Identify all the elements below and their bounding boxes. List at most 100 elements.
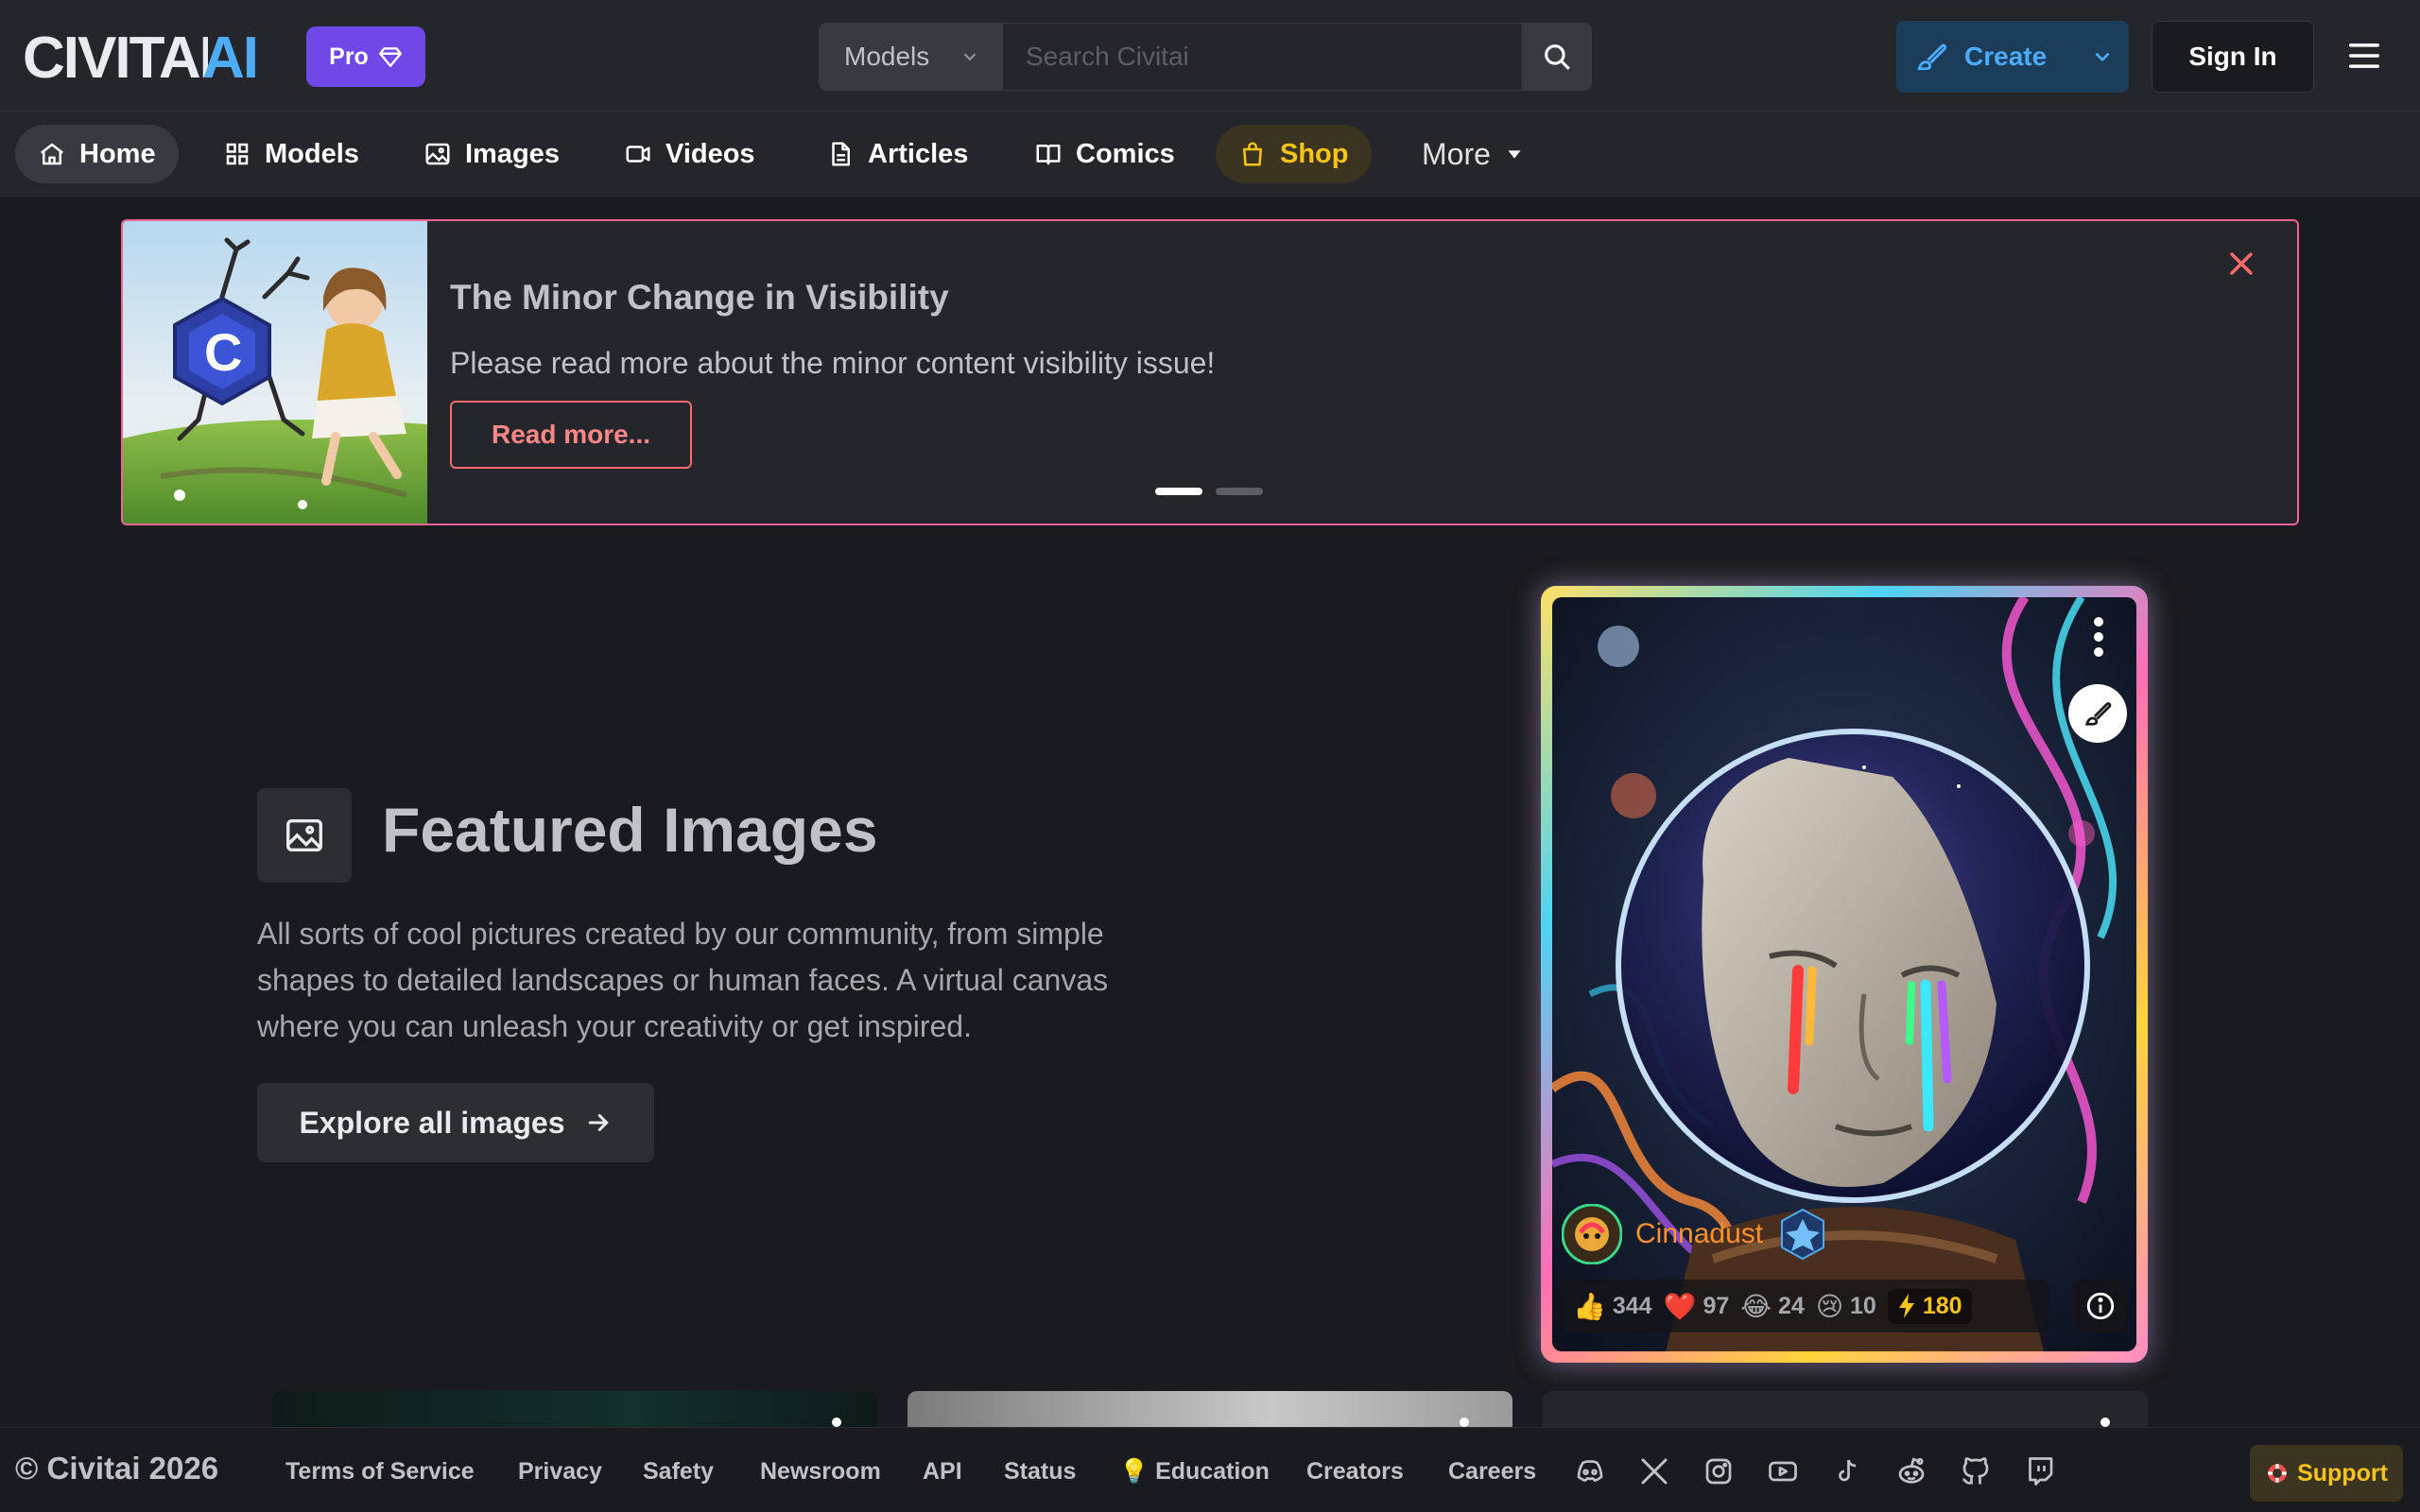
reaction-count: 24 [1778,1292,1805,1319]
nav-item-label: Shop [1280,138,1349,169]
search-type-select[interactable]: Models [820,24,1003,90]
nav-item-images[interactable]: Images [401,125,582,183]
svg-text:C: C [204,322,242,382]
featured-images-icon-box [257,788,352,883]
pro-badge[interactable]: Pro [306,26,425,87]
cry-icon: 😢 [1815,1291,1844,1321]
twitch-icon[interactable] [2023,1454,2057,1488]
card-username[interactable]: Cinnadust [1635,1218,1763,1250]
reaction-count: 344 [1612,1292,1652,1319]
explore-label: Explore all images [299,1105,565,1140]
video-icon [624,140,652,168]
image-icon [283,814,326,857]
nav-item-comics[interactable]: Comics [1011,125,1198,183]
announcement-banner: C The Minor Change in Visibility Please … [121,219,2299,525]
creator-badge-icon [1776,1208,1829,1261]
announcement-illustration: C [123,221,427,524]
search-icon [1541,41,1573,73]
footer-link-newsroom[interactable]: Newsroom [760,1458,881,1486]
pro-label: Pro [329,43,369,70]
github-icon[interactable] [1959,1454,1993,1488]
explore-all-images-button[interactable]: Explore all images [257,1083,654,1162]
nav-item-label: Home [79,138,156,169]
remix-brush-button[interactable] [2068,684,2127,743]
footer-link-privacy[interactable]: Privacy [518,1458,602,1486]
info-icon[interactable] [2074,1280,2127,1332]
image-card-preview[interactable] [272,1391,877,1429]
diamond-icon [378,44,403,69]
announcement-text: Please read more about the minor content… [450,346,1216,380]
grid-icon [223,140,251,168]
buzz-tip[interactable]: 180 [1887,1288,1972,1324]
nav-item-label: Models [265,138,359,169]
nav-item-shop[interactable]: Shop [1216,125,1372,183]
read-more-button[interactable]: Read more... [450,401,692,469]
carousel-dot-1[interactable] [1155,488,1202,495]
chevron-down-icon[interactable] [2090,44,2115,69]
close-icon[interactable] [2225,248,2257,280]
reaction-heart[interactable]: ❤️ 97 [1664,1291,1730,1322]
site-footer: © Civitai 2026 Terms of Service Privacy … [0,1427,2420,1512]
shopping-bag-icon [1238,140,1267,168]
announcement-title: The Minor Change in Visibility [450,278,949,317]
footer-link-safety[interactable]: Safety [643,1458,714,1486]
reaction-like[interactable]: 👍 344 [1573,1291,1652,1322]
footer-link-terms[interactable]: Terms of Service [285,1458,475,1486]
featured-image-card[interactable]: Cinnadust 👍 344 ❤️ 97 😂 24 😢 10 180 [1541,586,2148,1363]
support-label: Support [2297,1459,2388,1486]
search-input[interactable] [1003,24,1521,90]
card-author[interactable]: Cinnadust [1562,1204,1829,1264]
avatar[interactable] [1562,1204,1622,1264]
nav-item-videos[interactable]: Videos [601,125,778,183]
brush-icon [2083,699,2112,728]
footer-link-api[interactable]: API [923,1458,962,1486]
more-options-icon[interactable] [2093,616,2104,658]
lifebuoy-icon [2265,1461,2290,1486]
svg-text:CIVITAI: CIVITAI [23,30,214,83]
carousel-dot-2[interactable] [1216,488,1263,495]
book-icon [1034,140,1063,168]
arrow-right-icon [584,1108,613,1137]
top-header: CIVITAI AI Pro Models / C [0,0,2420,112]
x-icon[interactable] [1637,1454,1671,1488]
nav-item-label: Videos [666,138,755,169]
hamburger-menu-icon[interactable] [2346,38,2382,74]
create-label: Create [1964,42,2048,71]
search-button[interactable] [1521,24,1591,90]
more-options-icon[interactable] [1460,1418,1469,1427]
buzz-count: 180 [1922,1292,1962,1319]
nav-more-label: More [1422,136,1491,171]
footer-link-status[interactable]: Status [1004,1458,1076,1486]
footer-link-creators[interactable]: Creators [1306,1458,1404,1486]
footer-link-careers[interactable]: Careers [1448,1458,1536,1486]
instagram-icon[interactable] [1702,1454,1736,1488]
nav-more-dropdown[interactable]: More [1399,125,1547,183]
more-options-icon[interactable] [832,1418,841,1427]
civitai-logo[interactable]: CIVITAI AI [23,30,287,83]
reaction-laugh[interactable]: 😂 24 [1740,1291,1805,1322]
discord-icon[interactable] [1573,1454,1607,1488]
nav-item-label: Images [465,138,560,169]
document-icon [826,140,855,168]
create-button[interactable]: Create [1896,21,2129,93]
reaction-cry[interactable]: 😢 10 [1816,1291,1876,1322]
home-icon [38,140,66,168]
support-button[interactable]: Support [2250,1445,2403,1502]
image-card-preview[interactable] [908,1391,1512,1429]
nav-item-label: Comics [1076,138,1175,169]
reddit-icon[interactable] [1894,1454,1928,1488]
image-card-preview[interactable] [1543,1391,2148,1429]
nav-item-label: Articles [868,138,969,169]
heart-icon: ❤️ [1663,1291,1697,1321]
main-nav: Home Models Images Videos Articles Comic… [0,112,2420,197]
nav-item-home[interactable]: Home [15,125,179,183]
copyright-text: © Civitai 2026 [15,1451,219,1486]
tiktok-icon[interactable] [1830,1454,1864,1488]
nav-item-models[interactable]: Models [200,125,382,183]
more-options-icon[interactable] [2100,1418,2110,1427]
youtube-icon[interactable] [1766,1454,1800,1488]
footer-link-education[interactable]: 💡 Education [1119,1458,1270,1486]
chevron-down-icon [959,46,980,67]
nav-item-articles[interactable]: Articles [804,125,991,183]
sign-in-button[interactable]: Sign In [2152,21,2314,93]
